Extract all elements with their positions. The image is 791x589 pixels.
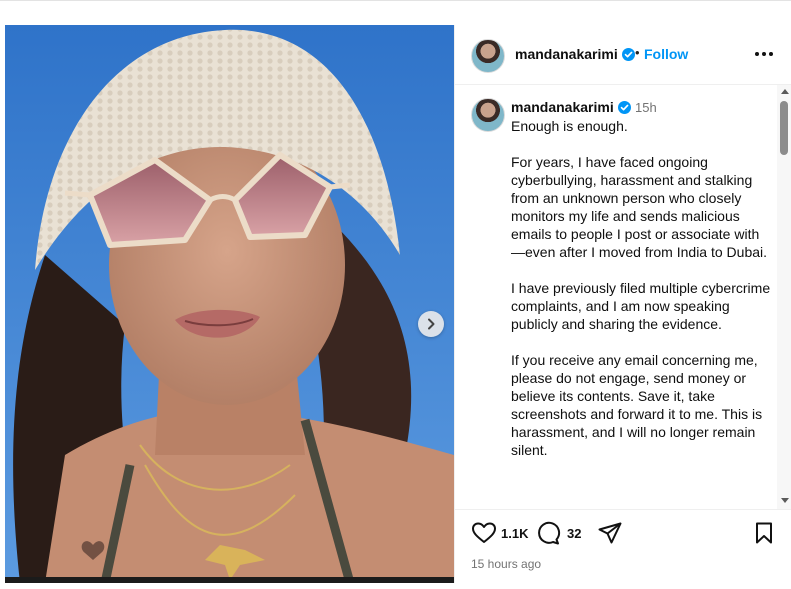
scroll-up-arrow-icon[interactable] <box>781 89 789 94</box>
post-time-ago[interactable]: 15 hours ago <box>471 557 541 571</box>
post-header: mandanakarimi • Follow <box>455 25 791 85</box>
comments-count[interactable]: 32 <box>567 526 581 541</box>
caption-username-text[interactable]: mandanakarimi <box>511 99 614 115</box>
scroll-down-arrow-icon[interactable] <box>781 498 789 503</box>
username-text[interactable]: mandanakarimi <box>515 46 618 62</box>
top-border <box>0 0 791 1</box>
caption-username[interactable]: mandanakarimi <box>511 99 631 115</box>
paper-plane-icon[interactable] <box>597 521 623 545</box>
separator-dot: • <box>635 45 640 60</box>
post-photo <box>5 25 454 583</box>
more-options-icon[interactable] <box>751 42 777 66</box>
caption-text: Enough is enough. For years, I have face… <box>511 118 771 458</box>
caption-avatar[interactable] <box>471 98 505 132</box>
scrollbar-thumb[interactable] <box>780 101 788 155</box>
comment-bubble-icon[interactable] <box>535 521 561 545</box>
bookmark-icon[interactable] <box>753 521 775 545</box>
avatar[interactable] <box>471 39 505 73</box>
verified-badge-icon <box>621 48 635 61</box>
next-media-button[interactable] <box>418 311 444 337</box>
chevron-right-icon <box>428 318 435 330</box>
post-details-panel: mandanakarimi • Follow mandanakarimi 15h… <box>455 25 791 583</box>
media-bottom-strip <box>5 577 454 583</box>
likes-count[interactable]: 1.1K <box>501 526 528 541</box>
follow-button[interactable]: Follow <box>644 46 688 62</box>
post-media[interactable] <box>5 25 454 583</box>
post-modal: mandanakarimi • Follow mandanakarimi 15h… <box>5 25 791 583</box>
verified-badge-icon <box>617 101 631 114</box>
header-username[interactable]: mandanakarimi <box>515 46 635 62</box>
scrollbar[interactable] <box>777 85 791 509</box>
heart-icon[interactable] <box>471 521 497 545</box>
action-bar: 1.1K 32 15 hours ago <box>455 509 791 583</box>
caption-timestamp[interactable]: 15h <box>635 100 657 115</box>
comments-section: mandanakarimi 15h Enough is enough. For … <box>455 85 791 510</box>
